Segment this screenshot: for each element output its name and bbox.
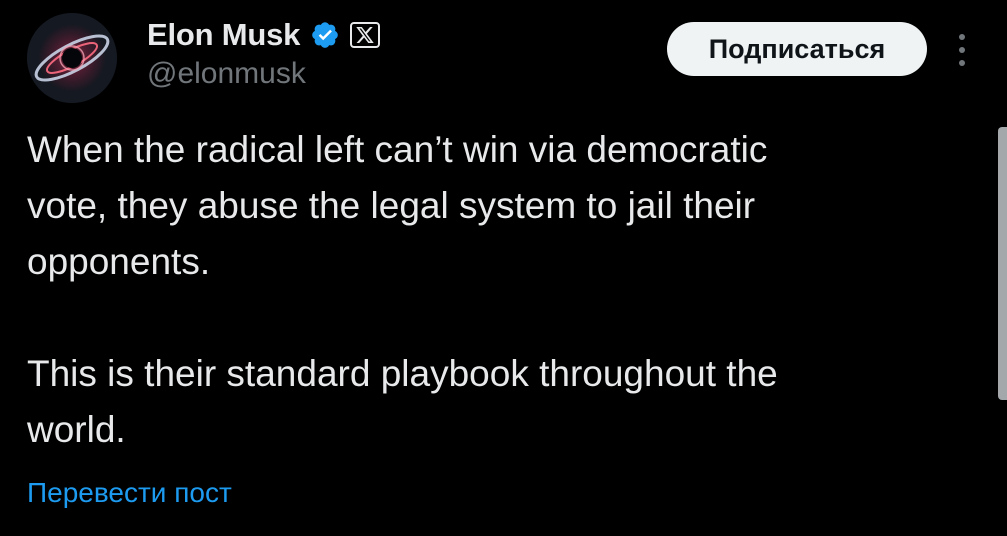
- display-name[interactable]: Elon Musk: [147, 17, 300, 53]
- avatar-image: [27, 13, 117, 103]
- verified-badge-icon[interactable]: [310, 20, 340, 50]
- tweet-card: Elon Musk @elonmusk Подписаться When the…: [0, 0, 1007, 536]
- more-dot: [959, 60, 965, 66]
- more-dot: [959, 47, 965, 53]
- x-logo-icon[interactable]: [350, 22, 381, 48]
- author-handle[interactable]: @elonmusk: [147, 57, 306, 91]
- more-options-icon[interactable]: [950, 30, 974, 70]
- more-dot: [959, 34, 965, 40]
- follow-button[interactable]: Подписаться: [667, 22, 927, 76]
- scrollbar-thumb[interactable]: [998, 127, 1007, 400]
- avatar[interactable]: [27, 13, 117, 103]
- tweet-text: When the radical left can’t win via demo…: [27, 129, 778, 450]
- author-name-row: Elon Musk: [147, 15, 381, 55]
- translate-post-link[interactable]: Перевести пост: [27, 477, 232, 509]
